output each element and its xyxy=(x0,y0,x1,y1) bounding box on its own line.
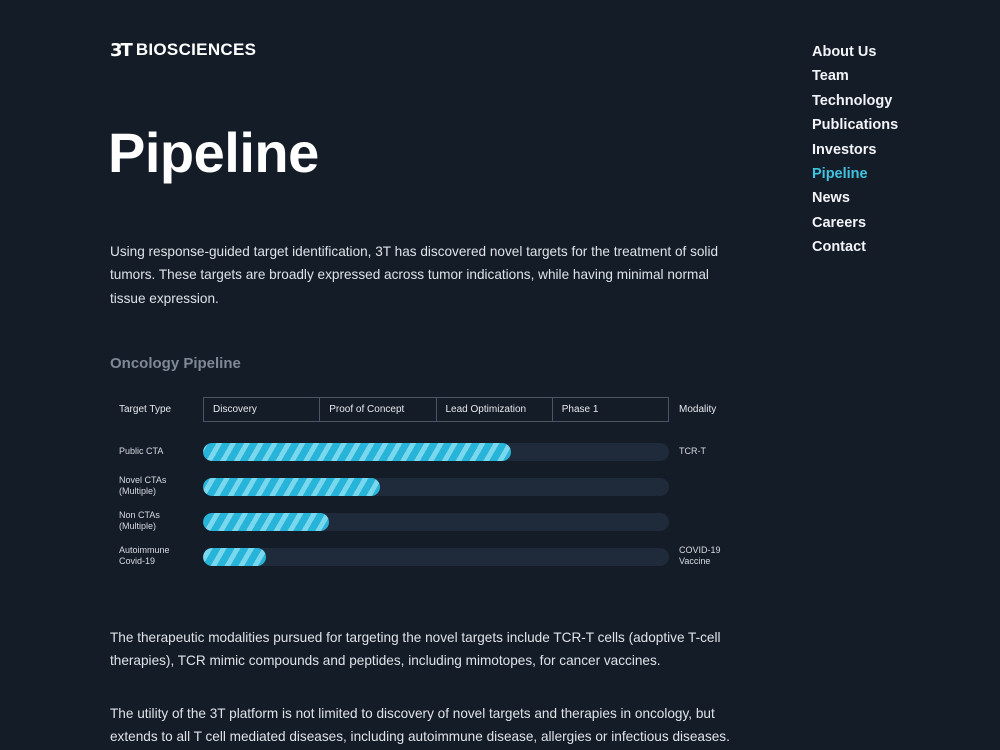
row-target-label: Non CTAs (Multiple) xyxy=(119,510,160,531)
logo-mark: 3T xyxy=(110,39,133,61)
row-modality-label: TCR-T xyxy=(679,446,706,456)
row-target-label: Public CTA xyxy=(119,446,164,456)
row-target-label: Novel CTAs (Multiple) xyxy=(119,475,167,496)
progress-bar-fill xyxy=(203,443,511,461)
progress-bar-fill xyxy=(203,478,381,496)
progress-track xyxy=(203,513,669,531)
logo-text: BIOSCIENCES xyxy=(135,40,257,59)
phase-header: Discovery Proof of Concept Lead Optimiza… xyxy=(203,397,669,422)
nav-item-team[interactable]: Team xyxy=(812,66,898,90)
pipeline-chart: Target Type Discovery Proof of Concept L… xyxy=(110,397,750,577)
nav-item-investors[interactable]: Investors xyxy=(812,140,898,164)
modality-header: Modality xyxy=(679,404,717,415)
pipeline-row-public-cta: Public CTA TCR-T xyxy=(110,442,750,472)
page: 3T BIOSCIENCES About Us Team Technology … xyxy=(0,0,1000,750)
progress-track xyxy=(203,443,669,461)
logo[interactable]: 3T BIOSCIENCES xyxy=(110,39,257,61)
row-modality-label: COVID-19 Vaccine xyxy=(679,545,721,566)
platform-utility-paragraph: The utility of the 3T platform is not li… xyxy=(110,706,730,745)
pipeline-row-autoimmune: Autoimmune Covid-19 COVID-19 Vaccine xyxy=(110,545,750,575)
page-title: Pipeline xyxy=(108,121,319,184)
pipeline-row-novel-ctas: Novel CTAs (Multiple) xyxy=(110,475,750,505)
nav-item-careers[interactable]: Careers xyxy=(812,213,898,237)
progress-track xyxy=(203,548,669,566)
progress-track xyxy=(203,478,669,496)
progress-bar-fill xyxy=(203,548,266,566)
phase-proof-of-concept: Proof of Concept xyxy=(320,398,437,421)
nav-item-publications[interactable]: Publications xyxy=(812,115,898,139)
nav-item-technology[interactable]: Technology xyxy=(812,91,898,115)
progress-bar-fill xyxy=(203,513,329,531)
section-heading-oncology-pipeline: Oncology Pipeline xyxy=(110,355,241,372)
nav-item-contact[interactable]: Contact xyxy=(812,237,898,261)
nav-item-news[interactable]: News xyxy=(812,188,898,212)
nav-item-about-us[interactable]: About Us xyxy=(812,42,898,66)
phase-lead-optimization: Lead Optimization xyxy=(437,398,553,421)
row-target-label: Autoimmune Covid-19 xyxy=(119,545,170,566)
phase-1: Phase 1 xyxy=(561,404,599,415)
main-nav: About Us Team Technology Publications In… xyxy=(812,42,898,262)
modalities-paragraph: The therapeutic modalities pursued for t… xyxy=(110,630,721,669)
target-type-header: Target Type xyxy=(119,404,172,415)
phase-discovery: Discovery xyxy=(204,398,321,421)
pipeline-row-non-ctas: Non CTAs (Multiple) xyxy=(110,510,750,540)
intro-paragraph: Using response-guided target identificat… xyxy=(110,244,719,306)
nav-item-pipeline[interactable]: Pipeline xyxy=(812,164,898,188)
